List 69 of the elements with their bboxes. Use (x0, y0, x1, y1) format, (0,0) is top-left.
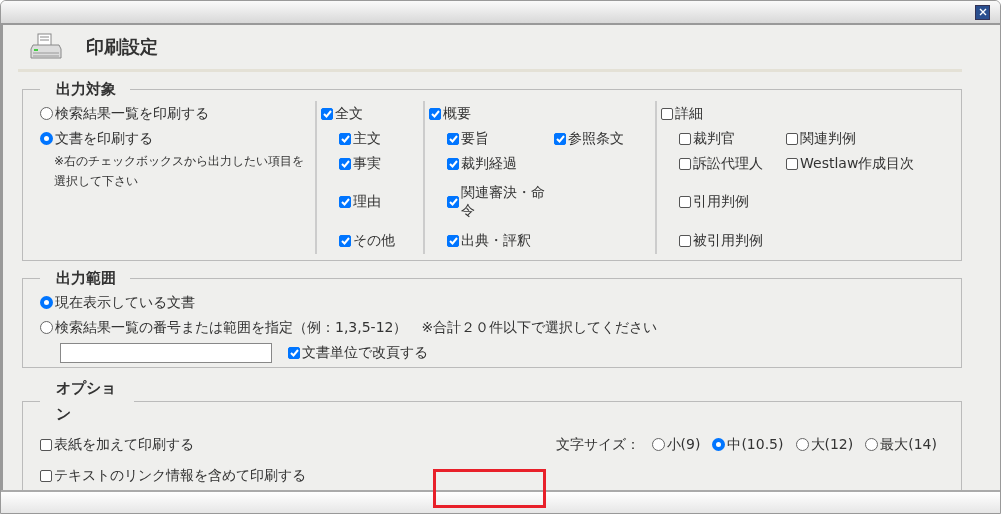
checkbox-label: 詳細 (675, 104, 703, 123)
checkbox-label: 裁判経過 (461, 154, 517, 173)
checkbox-label: 概要 (443, 104, 471, 123)
checkbox-label: テキストのリンク情報を含めて印刷する (54, 466, 306, 485)
radio-button[interactable] (40, 132, 53, 145)
checkbox[interactable] (679, 132, 691, 145)
radio-label: 文書を印刷する (55, 129, 153, 148)
checkbox[interactable] (339, 157, 351, 170)
radio-label: 検索結果一覧の番号または範囲を指定（例：1,3,5-12） (55, 318, 408, 337)
checkbox-label: 全文 (335, 104, 363, 123)
checkbox-label: 事実 (353, 154, 381, 173)
checkbox[interactable] (321, 107, 333, 120)
checkbox[interactable] (786, 132, 798, 145)
radio-label: 検索結果一覧を印刷する (55, 104, 209, 123)
checkbox[interactable] (679, 157, 691, 170)
checkbox-label: 関連判例 (800, 129, 856, 148)
checkbox-label: 要旨 (461, 129, 489, 148)
checkbox-label: 関連審決・命令 (461, 184, 546, 220)
close-icon (978, 8, 987, 16)
section-legend: オプション (40, 376, 134, 427)
checkbox-label: 裁判官 (693, 129, 735, 148)
radio-button[interactable] (40, 321, 53, 334)
checkbox[interactable] (661, 107, 673, 120)
checkbox-label: 参照条文 (568, 129, 624, 148)
checkbox[interactable] (786, 157, 798, 170)
radio-button[interactable] (651, 438, 665, 451)
checkbox[interactable] (339, 235, 351, 247)
checkbox-label: 理由 (353, 193, 381, 211)
checkbox-label: 訴訟代理人 (693, 154, 763, 173)
checkbox[interactable] (40, 469, 52, 482)
checkbox[interactable] (339, 196, 351, 208)
range-input-field[interactable] (60, 342, 272, 363)
radio-label: 現在表示している文書 (55, 293, 195, 312)
radio-button[interactable] (40, 296, 53, 309)
font-size-label: 文字サイズ： (555, 435, 640, 454)
radio-label: 中(10.5) (727, 435, 784, 454)
checkbox-label: 被引用判例 (693, 232, 763, 250)
checkbox-label: 表紙を加えて印刷する (54, 435, 194, 454)
checkbox[interactable] (447, 157, 459, 170)
checkbox[interactable] (40, 438, 52, 451)
close-button[interactable] (975, 4, 990, 20)
limit-hint: ※合計２０件以下で選択してください (421, 318, 658, 337)
checkbox-label: その他 (353, 232, 395, 250)
checkbox[interactable] (447, 196, 459, 208)
radio-label: 小(9) (666, 435, 701, 454)
dialog-title: 印刷設定 (86, 35, 158, 59)
radio-button[interactable] (712, 438, 726, 451)
section-legend: 出力対象 (40, 80, 130, 99)
checkbox-label: 出典・評釈 (461, 232, 531, 250)
checkbox[interactable] (679, 235, 691, 247)
checkbox-label: 引用判例 (693, 193, 749, 211)
instruction-note: ※右のチェックボックスから出力したい項目を選択して下さい (53, 153, 306, 190)
checkbox[interactable] (679, 196, 691, 208)
checkbox-label: 主文 (353, 129, 381, 148)
radio-label: 大(12) (810, 435, 854, 454)
radio-label: 最大(14) (880, 435, 937, 454)
checkbox[interactable] (447, 235, 459, 247)
radio-button[interactable] (865, 438, 879, 451)
checkbox[interactable] (339, 132, 351, 145)
checkbox-label: 文書単位で改頁する (302, 343, 428, 362)
radio-button[interactable] (40, 107, 53, 120)
printer-icon (30, 33, 62, 61)
checkbox-label: Westlaw作成目次 (800, 154, 915, 173)
checkbox[interactable] (447, 132, 459, 145)
checkbox[interactable] (288, 346, 300, 359)
radio-button[interactable] (795, 438, 809, 451)
checkbox[interactable] (554, 132, 566, 145)
checkbox[interactable] (429, 107, 441, 120)
section-legend: 出力範囲 (40, 269, 130, 288)
